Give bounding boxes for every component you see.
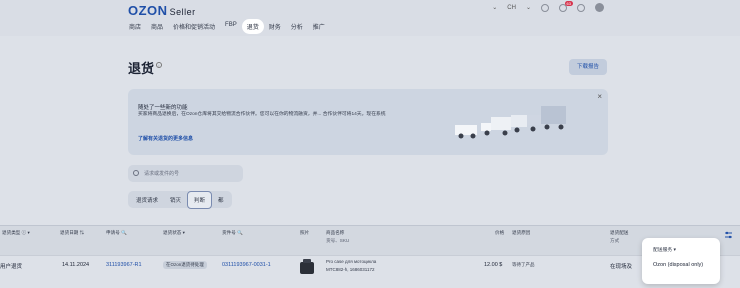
nav-item-analytics[interactable]: 分析 [286,19,308,34]
popup-option[interactable]: Ozon (disposal only) [653,262,703,268]
column-settings-icon[interactable] [724,231,733,240]
col-return-status[interactable]: 退货状态 ▾ [163,230,185,236]
top-header: OZON Seller 商店 商品 价格和促销活动 FBP 退货 财务 分析 推广… [0,0,740,36]
col-delivery[interactable]: 退货配送 方式 [610,230,628,244]
nav-item-store[interactable]: 商店 [124,19,146,34]
cell-return-date: 14.11.2024 [62,262,90,268]
tab-all[interactable]: 都 [212,192,230,208]
avatar[interactable] [595,3,604,12]
banner-text: 买家将商品退换后，在Ozon仓库将其交给物流合作伙伴。您可以在你的物流融资，并.… [138,112,386,117]
cell-product-name[interactable]: Pro case для мотоцикла [326,259,376,264]
main-nav: 商店 商品 价格和促销活动 FBP 退货 财务 分析 推广 [124,19,330,34]
filter-tabs: 退货请求 销灭 判断 都 [128,190,232,209]
cell-price: 12.00 $ [484,262,503,268]
close-icon[interactable]: × [597,92,602,101]
notification-badge: 63 [564,0,573,6]
cell-shipment-id[interactable]: 0311193967-0031-1 [222,262,271,268]
cell-request-id[interactable]: 311193967-R1 [106,262,142,268]
nav-item-promotion[interactable]: 推广 [308,19,330,34]
logo-suffix: Seller [169,7,196,17]
tab-return-requests[interactable]: 退货请求 [130,192,164,208]
logo-text: OZON [128,3,168,18]
nav-item-prices[interactable]: 价格和促销活动 [168,19,220,34]
search-placeholder: 请求或发件的号 [144,171,180,177]
col-return-type[interactable]: 退货类型 ⓘ ▾ [2,230,30,236]
cell-return-reason: 等待了产品 [512,262,535,267]
col-return-reason: 退货原因 [512,230,531,235]
nav-item-finance[interactable]: 财务 [264,19,286,34]
col-price: 价格 [495,230,505,235]
filter-icon[interactable]: ▾ [674,248,676,253]
ozon-logo[interactable]: OZON Seller [128,3,196,18]
col-photo: 照片 [300,230,310,235]
search-icon [133,170,139,176]
nav-item-fbp[interactable]: FBP [220,19,242,34]
header-tools: ⌄ CH ⌄ 63 [492,0,604,12]
col-shipment-id[interactable]: 货件号 🔍 [222,230,243,236]
info-icon[interactable]: i [156,62,162,68]
banner-link[interactable]: 了解有关退货的更多信息 [138,135,193,142]
tab-disposal[interactable]: 销灭 [164,192,187,208]
nav-item-returns[interactable]: 退货 [241,19,264,34]
col-product-name[interactable]: 商品名称 货号、SKU [326,230,349,244]
search-box[interactable]: 请求或发件的号 [128,165,243,182]
popup-header: 配送服务 ▾ [653,248,676,253]
chat-icon[interactable]: 63 [559,0,573,12]
info-banner: 随处了一些新的功能 买家将商品退换后，在Ozon仓库将其交给物流合作伙伴。您可以… [128,89,608,155]
language-selector[interactable]: CH [507,5,516,11]
col-return-date[interactable]: 退货日期 ⇅ [60,230,84,236]
delivery-filter-popup: 配送服务 ▾ Ozon (disposal only) [642,238,720,284]
help-icon[interactable] [577,3,585,12]
tab-judgement[interactable]: 判断 [187,190,213,209]
table-row[interactable]: 用户退货 14.11.2024 311193967-R1 在Ozon退货待处理 … [0,255,740,277]
cell-product-sku: MTC882-h, 1686031172 [326,267,375,272]
page-title: 退货 [128,61,155,76]
col-request-id[interactable]: 申请号 🔍 [106,230,127,236]
cell-status-badge: 在Ozon退货待处理 [163,261,207,269]
banner-title: 随处了一些新的功能 [138,105,188,111]
chevron-down-icon[interactable]: ⌄ [492,4,497,11]
cell-return-type: 用户退货 [0,264,23,270]
product-photo[interactable] [298,258,316,275]
download-report-button[interactable]: 下载报告 [569,59,607,75]
table-header: 退货类型 ⓘ ▾ 退货日期 ⇅ 申请号 🔍 退货状态 ▾ 货件号 🔍 照片 商品… [0,225,740,255]
page: OZON Seller 商店 商品 价格和促销活动 FBP 退货 财务 分析 推广… [0,0,740,288]
cell-delivery: 在现场及 [610,264,633,270]
chevron-down-icon[interactable]: ⌄ [526,4,531,11]
bell-icon[interactable] [541,3,549,12]
trucks-illustration [455,106,566,139]
nav-item-products[interactable]: 商品 [146,19,168,34]
